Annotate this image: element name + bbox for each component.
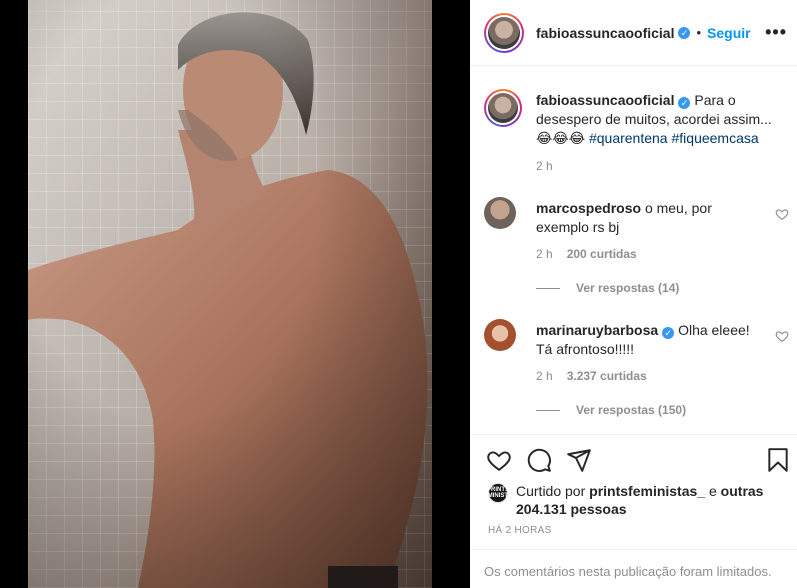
- comment-username[interactable]: marcospedroso: [536, 200, 641, 216]
- view-replies-button[interactable]: Ver respostas (150): [536, 403, 686, 417]
- comment-likes[interactable]: 200 curtidas: [567, 247, 637, 261]
- comment-meta: 2 h 200 curtidas: [536, 247, 637, 261]
- verified-badge-icon: ✓: [678, 26, 691, 39]
- author-avatar-image: [488, 16, 520, 49]
- hashtag-fiqueemcasa[interactable]: #fiqueemcasa: [672, 130, 759, 146]
- post-header: fabioassuncaooficial ✓ • Seguir •••: [470, 0, 797, 66]
- paper-plane-icon[interactable]: [566, 447, 592, 473]
- verified-badge-icon: ✓: [662, 327, 675, 339]
- caption-avatar[interactable]: [484, 89, 522, 127]
- caption-text-block: fabioassuncaooficial ✓ Para o desespero d…: [536, 91, 783, 148]
- bookmark-icon[interactable]: [765, 447, 791, 473]
- comment-icon[interactable]: [526, 447, 552, 473]
- caption-username[interactable]: fabioassuncaooficial: [536, 92, 674, 108]
- comment-username[interactable]: marinaruybarbosa: [536, 322, 658, 338]
- post-actions: PRINTS FEMINISTAS Curtido por printsfemi…: [470, 434, 797, 588]
- post-photo-pane: [0, 0, 470, 588]
- heart-icon[interactable]: [486, 447, 512, 473]
- caption-time: 2 h: [536, 159, 553, 173]
- liked-by-user[interactable]: printsfeministas_: [589, 483, 705, 499]
- liked-by-avatar[interactable]: PRINTS FEMINISTAS: [480, 483, 516, 503]
- header-separator: •: [696, 25, 702, 40]
- comment-avatar[interactable]: [484, 197, 516, 229]
- post-photo[interactable]: [28, 0, 432, 588]
- hashtag-quarentena[interactable]: #quarentena: [589, 130, 668, 146]
- more-options-icon[interactable]: •••: [765, 22, 787, 43]
- photo-vignette: [28, 0, 432, 588]
- comment-likes[interactable]: 3.237 curtidas: [567, 369, 647, 383]
- liked-by: PRINTS FEMINISTAS Curtido por printsfemi…: [480, 482, 766, 518]
- view-replies-label: Ver respostas (14): [576, 281, 680, 295]
- comment-time: 2 h: [536, 247, 553, 261]
- caption-avatar-image: [488, 93, 518, 123]
- follow-button[interactable]: Seguir: [707, 25, 751, 41]
- view-replies-button[interactable]: Ver respostas (14): [536, 281, 679, 295]
- comment-text-block: marinaruybarbosa ✓ Olha eleee! Tá afronto…: [536, 321, 767, 359]
- view-replies-label: Ver respostas (150): [576, 403, 687, 417]
- verified-badge-icon: ✓: [678, 97, 691, 109]
- post-side-panel: fabioassuncaooficial ✓ • Seguir ••• fabi…: [470, 0, 797, 588]
- comment-meta: 2 h 3.237 curtidas: [536, 369, 647, 383]
- comment-like-heart-icon[interactable]: [775, 207, 789, 221]
- comments-list[interactable]: fabioassuncaooficial ✓ Para o desespero d…: [470, 67, 797, 433]
- comments-limited-notice: Os comentários nesta publicação foram li…: [470, 549, 797, 588]
- comment-time: 2 h: [536, 369, 553, 383]
- author-avatar[interactable]: [484, 12, 524, 53]
- comment-text-block: marcospedroso o meu, por exemplo rs bj: [536, 199, 767, 237]
- comment-like-heart-icon[interactable]: [775, 329, 789, 343]
- liked-by-prefix: Curtido por: [516, 483, 586, 499]
- posted-time[interactable]: HÁ 2 HORAS: [488, 525, 552, 536]
- replies-divider: [536, 409, 560, 411]
- replies-divider: [536, 287, 560, 289]
- liked-by-suffix: e: [708, 483, 717, 499]
- comment-avatar[interactable]: [484, 319, 516, 351]
- author-username[interactable]: fabioassuncaooficial: [536, 25, 674, 41]
- liked-avatar-text: PRINTS FEMINISTAS: [480, 487, 516, 499]
